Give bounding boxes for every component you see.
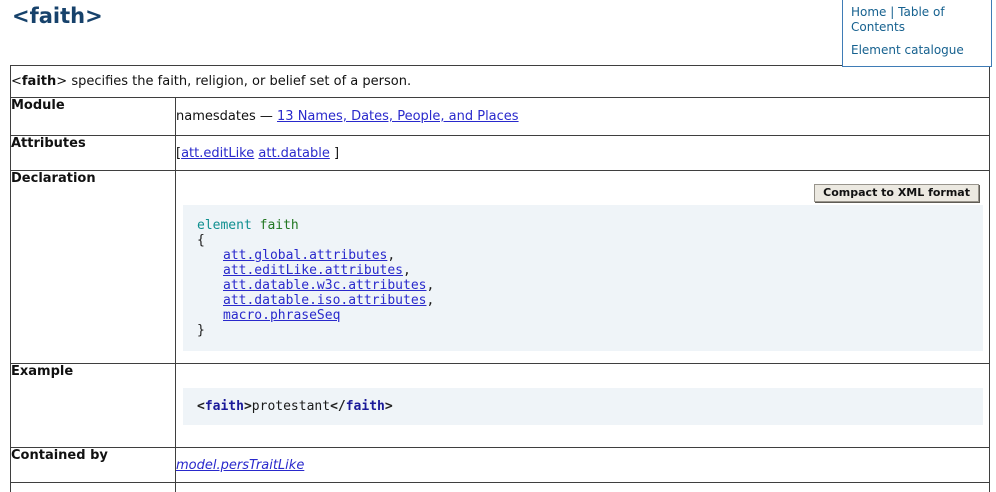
example-text: protestant — [252, 399, 330, 414]
description-row: <faith> specifies the faith, religion, o… — [11, 66, 990, 98]
attributes-row: Attributes [att.editLike att.datable ] — [11, 136, 990, 171]
contained-by-value-cell: model.persTraitLike — [176, 448, 990, 483]
declaration-toolbar: Compact to XML format — [176, 184, 979, 202]
example-close-tag-name: faith — [346, 399, 385, 414]
att-editlike-attributes-link[interactable]: att.editLike.attributes — [223, 263, 403, 278]
example-row: Example <faith>protestant</faith> — [11, 364, 990, 448]
module-label: Module — [11, 98, 176, 136]
code-line-element: element faith — [197, 218, 969, 233]
att-global-attributes-link[interactable]: att.global.attributes — [223, 248, 387, 263]
example-code-block: <faith>protestant</faith> — [183, 388, 983, 425]
nav-separator: | — [890, 5, 894, 19]
description-tag-open: < — [11, 74, 22, 89]
nav-element-catalogue-link[interactable]: Element catalogue — [851, 43, 964, 57]
code-line-open-brace: { — [197, 233, 969, 248]
module-row: Module namesdates — 13 Names, Dates, Peo… — [11, 98, 990, 136]
clipped-value-cell — [176, 483, 990, 492]
top-nav: Home | Table of Contents Element catalog… — [842, 0, 992, 67]
code-member-line: att.datable.w3c.attributes, — [197, 278, 969, 293]
nav-line-1: Home | Table of Contents — [851, 5, 983, 35]
attributes-label: Attributes — [11, 136, 176, 171]
nav-line-2: Element catalogue — [851, 43, 983, 58]
module-name: namesdates — [176, 109, 256, 124]
description-tag-name: faith — [22, 74, 56, 89]
code-element-name: faith — [260, 218, 299, 233]
code-line-close-brace: } — [197, 323, 969, 338]
code-member-line: macro.phraseSeq — [197, 308, 969, 323]
declaration-row: Declaration Compact to XML format elemen… — [11, 171, 990, 364]
compact-to-xml-button[interactable]: Compact to XML format — [814, 184, 979, 202]
macro-phraseseq-link[interactable]: macro.phraseSeq — [223, 308, 340, 323]
att-editlike-link[interactable]: att.editLike — [181, 146, 254, 161]
code-member-line: att.datable.iso.attributes, — [197, 293, 969, 308]
contained-by-row: Contained by model.persTraitLike — [11, 448, 990, 483]
description-tag-close: > — [56, 74, 67, 89]
module-dash: — — [260, 109, 273, 124]
nav-home-link[interactable]: Home — [851, 5, 886, 19]
code-member-line: att.editLike.attributes, — [197, 263, 969, 278]
element-spec-table: <faith> specifies the faith, religion, o… — [10, 65, 990, 492]
att-datable-link[interactable]: att.datable — [258, 146, 329, 161]
attributes-bracket-close: ] — [334, 146, 339, 161]
att-datable-iso-attributes-link[interactable]: att.datable.iso.attributes — [223, 293, 427, 308]
code-keyword: element — [197, 218, 252, 233]
declaration-label: Declaration — [11, 171, 176, 364]
clipped-label-cell — [11, 483, 176, 492]
declaration-value-cell: Compact to XML format element faith { at… — [176, 171, 990, 364]
contained-by-label: Contained by — [11, 448, 176, 483]
description-text: specifies the faith, religion, or belief… — [71, 74, 411, 89]
code-member-line: att.global.attributes, — [197, 248, 969, 263]
example-value-cell: <faith>protestant</faith> — [176, 364, 990, 448]
table-row-clipped — [11, 483, 990, 492]
declaration-code-block: element faith { att.global.attributes, a… — [183, 205, 983, 351]
att-datable-w3c-attributes-link[interactable]: att.datable.w3c.attributes — [223, 278, 427, 293]
attributes-value-cell: [att.editLike att.datable ] — [176, 136, 990, 171]
model-perstraitlike-link[interactable]: model.persTraitLike — [176, 458, 304, 473]
example-open-tag-name: faith — [205, 399, 244, 414]
description-cell: <faith> specifies the faith, religion, o… — [11, 66, 990, 98]
example-label: Example — [11, 364, 176, 448]
module-chapter-link[interactable]: 13 Names, Dates, People, and Places — [277, 109, 519, 124]
module-value-cell: namesdates — 13 Names, Dates, People, an… — [176, 98, 990, 136]
